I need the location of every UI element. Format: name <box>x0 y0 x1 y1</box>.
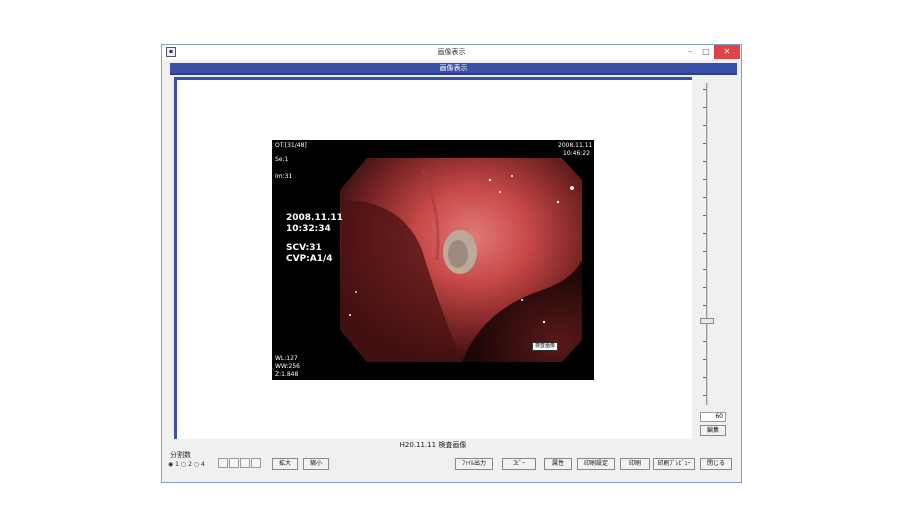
slider-tick <box>703 341 706 342</box>
split-count-radios: ◉ 1 ○ 2 ○ 4 <box>168 461 205 469</box>
slider-tick <box>703 161 706 162</box>
slider-tick <box>703 143 706 144</box>
endoscopy-image[interactable]: OT:[31/48] Se:1 Im:31 2008.11.11 10:46:2… <box>272 140 594 380</box>
slider-tick <box>703 215 706 216</box>
print-button[interactable]: 印刷 <box>620 458 650 470</box>
title-bar: ▪ 画像表示 – □ ✕ <box>162 45 741 60</box>
close-window-button[interactable]: ✕ <box>714 45 740 59</box>
overlay-ww: WW:256 <box>275 363 300 370</box>
window-title: 画像表示 <box>437 48 466 56</box>
slider-tick <box>703 197 706 198</box>
layout-cell-button[interactable] <box>218 458 228 468</box>
panel-header: 画像表示 <box>170 63 737 73</box>
zoom-slider-thumb[interactable] <box>700 318 714 324</box>
properties-button[interactable]: 属性 <box>544 458 572 470</box>
overlay-scv: SCV:31 <box>286 243 322 253</box>
overlay-time-top: 10:46:22 <box>563 150 590 157</box>
radio-split-4-label: 4 <box>201 461 205 468</box>
print-settings-button[interactable]: 印刷設定 <box>577 458 615 470</box>
layout-cell-button[interactable] <box>240 458 250 468</box>
slider-tick <box>703 395 706 396</box>
overlay-time: 10:32:34 <box>286 224 331 234</box>
image-viewer-window: ▪ 画像表示 – □ ✕ 画像表示 OT:[31/48] Se:1 Im:31 … <box>161 44 742 483</box>
print-preview-button[interactable]: 印刷ﾌﾟﾚﾋﾞｭｰ <box>653 458 695 470</box>
slider-tick <box>703 377 706 378</box>
zoom-slider-track[interactable] <box>706 83 708 405</box>
copy-button[interactable]: ｺﾋﾟｰ <box>502 458 536 470</box>
radio-split-2-label: 2 <box>188 461 192 468</box>
maximize-button[interactable]: □ <box>698 45 714 59</box>
slider-tick <box>703 251 706 252</box>
overlay-wl: WL:127 <box>275 355 298 362</box>
edit-button[interactable]: 編集 <box>700 425 726 436</box>
zoom-out-button[interactable]: 縮小 <box>303 458 329 470</box>
radio-split-1[interactable]: ◉ <box>168 461 173 468</box>
radio-split-4[interactable]: ○ <box>194 461 199 468</box>
slider-tick <box>703 89 706 90</box>
slider-tick <box>703 233 706 234</box>
slider-tick <box>703 305 706 306</box>
overlay-date: 2008.11.11 <box>286 213 343 223</box>
zoom-in-button[interactable]: 拡大 <box>272 458 298 470</box>
radio-split-2[interactable]: ○ <box>181 461 186 468</box>
layout-cell-button[interactable] <box>229 458 239 468</box>
zoom-value-field[interactable]: 60 <box>700 412 726 422</box>
overlay-z: Z:1.848 <box>275 371 299 378</box>
close-button[interactable]: 閉じる <box>700 458 732 470</box>
radio-split-1-label: 1 <box>175 461 179 468</box>
layout-cell-button[interactable] <box>251 458 261 468</box>
slider-tick <box>703 107 706 108</box>
slider-tick <box>703 179 706 180</box>
slider-tick <box>703 269 706 270</box>
overlay-series: OT:[31/48] <box>275 142 307 149</box>
file-output-button[interactable]: ﾌｧｲﾙ出力 <box>455 458 493 470</box>
overlay-se: Se:1 <box>275 156 289 163</box>
overlay-cvp: CVP:A1/4 <box>286 254 333 264</box>
slider-tick <box>703 125 706 126</box>
split-count-label: 分割数 <box>170 451 191 459</box>
minimize-button[interactable]: – <box>682 45 698 59</box>
slider-tick <box>703 287 706 288</box>
overlay-date-top: 2008.11.11 <box>558 142 593 149</box>
header-divider <box>170 73 737 75</box>
overlay-im: Im:31 <box>275 173 293 180</box>
image-caption: H20.11.11 検査画像 <box>399 441 467 449</box>
slider-tick <box>703 359 706 360</box>
lesion-annotation: 検査画像 <box>532 342 559 351</box>
